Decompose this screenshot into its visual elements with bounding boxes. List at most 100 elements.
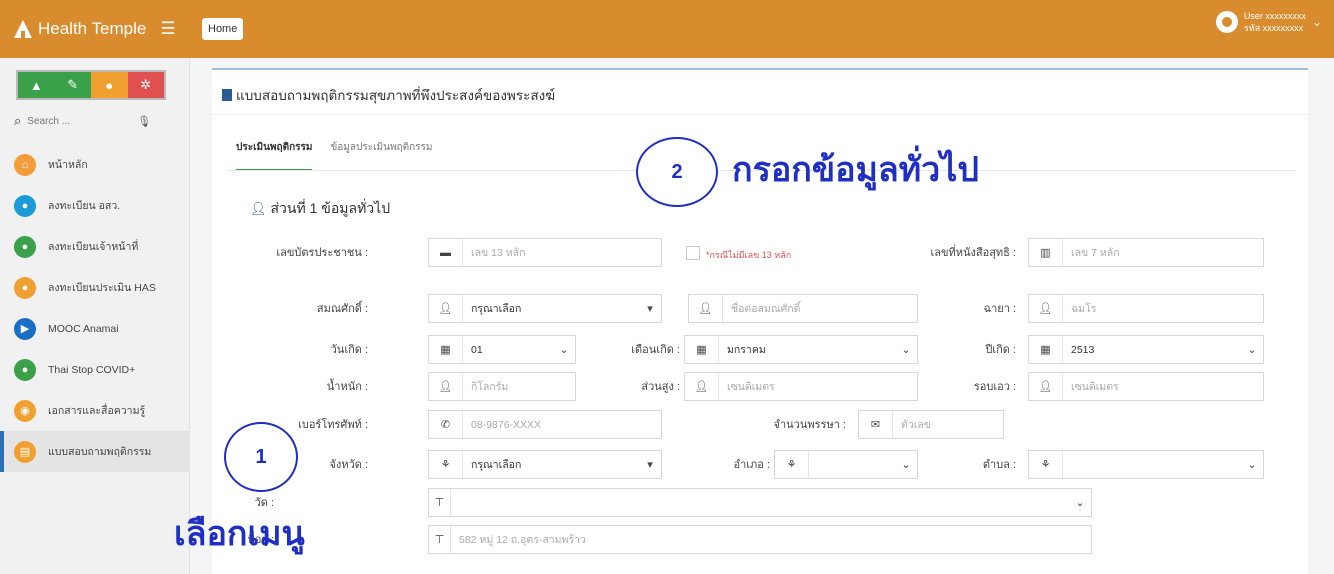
waist-label: รอบเอว :: [973, 381, 1016, 393]
microphone-icon[interactable]: 🎙︎: [137, 115, 151, 128]
birth-month-select[interactable]: ▦ มกราคม ⌄: [684, 335, 918, 364]
sidebar-item-label: แบบสอบถามพฤติกรรม: [48, 446, 152, 458]
temple-select[interactable]: ⊤ ⌄: [428, 488, 1092, 517]
weight-placeholder: กิโลกรัม: [471, 381, 509, 393]
weight-field[interactable]: 👤︎ กิโลกรัม: [428, 372, 576, 401]
id-card-placeholder: เลข 13 หลัก: [471, 247, 526, 259]
sidebar-item-register-staff[interactable]: ● ลงทะเบียนเจ้าหน้าที่: [0, 226, 190, 267]
birth-day-select[interactable]: ▦ 01 ⌄: [428, 335, 576, 364]
sidebar-item-label: หน้าหลัก: [48, 159, 88, 171]
section-title: 👤︎ ส่วนที่ 1 ข้อมูลทั่วไป: [250, 198, 390, 220]
hamburger-menu-icon[interactable]: ☰: [160, 19, 175, 39]
sidebar-item-register-osw[interactable]: ● ลงทะเบียน อสว.: [0, 185, 190, 226]
video-icon: ▶: [14, 317, 36, 340]
lightbulb-icon: ◉: [14, 399, 36, 422]
calendar-icon: ▦: [1029, 336, 1063, 363]
page-title-text: แบบสอบถามพฤติกรรมสุขภาพที่พึงประสงค์ของพ…: [236, 88, 556, 103]
sidebar-item-label: ลงทะเบียน อสว.: [48, 200, 121, 212]
users-icon[interactable]: ●: [91, 72, 128, 98]
caret-down-icon: ▾: [647, 459, 653, 471]
cogs-icon[interactable]: ✲: [127, 72, 164, 98]
document-icon: [222, 89, 232, 101]
tabs: ประเมินพฤติกรรม ข้อมูลประเมินพฤติกรรม: [236, 140, 451, 171]
step-2-annotation: กรอกข้อมูลทั่วไป: [732, 151, 979, 189]
user-icon: 👤︎: [689, 295, 723, 322]
top-navbar: Health Temple ☰ Home User xxxxxxxxx รหัส…: [0, 0, 1334, 58]
users-icon: ●: [14, 194, 36, 217]
height-placeholder: เซนติเมตร: [727, 381, 775, 393]
birth-day-value: 01: [471, 343, 483, 356]
book-icon: ▥: [1029, 239, 1063, 266]
user-plus-icon: ●: [14, 276, 36, 299]
user-icon: 👤︎: [685, 373, 719, 400]
province-select[interactable]: ⚘ กรุณาเลือก ▾: [428, 450, 662, 479]
sidebar-item-questionnaire[interactable]: ▤ แบบสอบถามพฤติกรรม: [0, 431, 190, 472]
envelope-icon: ✉: [859, 411, 893, 438]
user-icon: 👤︎: [429, 295, 463, 322]
clipboard-icon: ▤: [14, 440, 36, 463]
address-field[interactable]: ⊤ 582 หมู่ 12 ถ.อุดร-สามพร้าว: [428, 525, 1092, 554]
vassa-field[interactable]: ✉ ตัวเลข: [858, 410, 1004, 439]
no-13-digit-checkbox[interactable]: [686, 246, 700, 260]
sidebar-item-label: Thai Stop COVID+: [48, 363, 136, 376]
sidebar-search: ⌕ 🎙︎: [14, 110, 174, 132]
birth-year-value: 2513: [1071, 343, 1095, 356]
sidebar-item-documents[interactable]: ◉ เอกสารและสื่อความรู้: [0, 390, 190, 431]
id-card-label: เลขบัตรประชาชน :: [276, 247, 368, 259]
subdistrict-select[interactable]: ⚘ ⌄: [1028, 450, 1264, 479]
home-icon: ⌂: [14, 153, 36, 176]
quick-buttons: ▲ ✎ ● ✲: [16, 70, 166, 100]
id-card-icon: ▬: [429, 239, 463, 266]
birth-month-value: มกราคม: [727, 344, 766, 356]
birth-day-label: วันเกิด :: [330, 344, 368, 356]
calendar-icon: ▦: [429, 336, 463, 363]
user-icon: 👤︎: [1029, 373, 1063, 400]
waist-field[interactable]: 👤︎ เซนติเมตร: [1028, 372, 1264, 401]
birth-month-label: เดือนเกิด :: [631, 344, 680, 356]
step-1-annotation: เลือกเมนู: [174, 515, 305, 553]
vassa-label: จำนวนพรรษา :: [773, 419, 846, 431]
weight-label: น้ำหนัก :: [326, 381, 368, 393]
passbook-field[interactable]: ▥ เลข 7 หลัก: [1028, 238, 1264, 267]
search-input[interactable]: [27, 115, 138, 127]
chart-icon[interactable]: ▲: [18, 72, 55, 98]
rank-select[interactable]: 👤︎ กรุณาเลือก ▾: [428, 294, 662, 323]
pin-icon: ⊤: [429, 526, 451, 553]
user-name: User xxxxxxxxx: [1243, 11, 1306, 21]
user-menu[interactable]: User xxxxxxxxx รหัส xxxxxxxxx ⌄: [1215, 10, 1322, 34]
sidebar-item-mooc[interactable]: ▶ MOOC Anamai: [0, 308, 190, 349]
chevron-down-icon: ⌄: [1311, 15, 1322, 29]
passbook-label: เลขที่หนังสือสุทธิ :: [930, 247, 1016, 259]
rank-value: กรุณาเลือก: [471, 303, 522, 315]
district-select[interactable]: ⚘ ⌄: [774, 450, 918, 479]
sidebar-item-label: MOOC Anamai: [48, 322, 119, 335]
rank-name-field[interactable]: 👤︎ ชื่อต่อสมณศักดิ์: [688, 294, 918, 323]
breadcrumb-home[interactable]: Home: [202, 18, 244, 40]
tab-assess-data[interactable]: ข้อมูลประเมินพฤติกรรม: [330, 140, 432, 171]
id-card-field[interactable]: ▬ เลข 13 หลัก: [428, 238, 662, 267]
province-label: จังหวัด :: [329, 459, 369, 471]
sidebar-item-register-has[interactable]: ● ลงทะเบียนประเมิน HAS: [0, 267, 190, 308]
height-label: ส่วนสูง :: [641, 381, 680, 393]
sidebar-item-home[interactable]: ⌂ หน้าหลัก: [0, 144, 190, 185]
chevron-down-icon: ⌄: [1247, 459, 1257, 471]
caret-down-icon: ▾: [647, 303, 653, 315]
sitemap-icon: ⚘: [1029, 451, 1063, 478]
pin-icon: ⊤: [429, 489, 451, 516]
phone-field[interactable]: ✆ 08-9876-XXXX: [428, 410, 662, 439]
birth-year-select[interactable]: ▦ 2513 ⌄: [1028, 335, 1264, 364]
chevron-down-icon: ⌄: [1075, 497, 1085, 509]
sidebar-item-thai-stop-covid[interactable]: ● Thai Stop COVID+: [0, 349, 190, 390]
sidebar-item-label: ลงทะเบียนเจ้าหน้าที่: [48, 241, 139, 253]
edit-icon[interactable]: ✎: [54, 72, 91, 98]
province-value: กรุณาเลือก: [471, 459, 522, 471]
divider: [212, 114, 1308, 115]
chaya-field[interactable]: 👤︎ ฉมโร: [1028, 294, 1264, 323]
height-field[interactable]: 👤︎ เซนติเมตร: [684, 372, 918, 401]
brand[interactable]: Health Temple ☰: [0, 0, 190, 58]
sitemap-icon: ⚘: [429, 451, 463, 478]
passbook-placeholder: เลข 7 หลัก: [1071, 247, 1120, 259]
rank-label: สมณศักดิ์ :: [316, 303, 368, 315]
phone-placeholder: 08-9876-XXXX: [471, 418, 542, 431]
tab-assess[interactable]: ประเมินพฤติกรรม: [236, 140, 313, 171]
